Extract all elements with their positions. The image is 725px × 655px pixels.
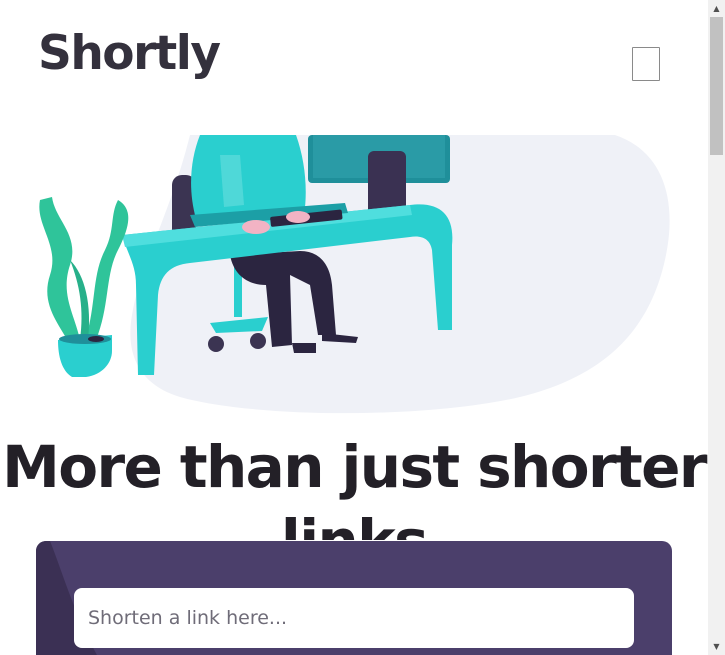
scroll-down-arrow-icon[interactable]: ▼ <box>708 638 725 655</box>
shorten-link-input[interactable] <box>74 588 634 648</box>
hero-headline: More than just shorter links <box>2 433 707 540</box>
logo[interactable]: Shortly <box>38 30 221 77</box>
scrollbar-thumb[interactable] <box>710 17 723 155</box>
hero-illustration <box>0 135 708 420</box>
hamburger-menu-icon[interactable] <box>632 47 660 81</box>
scroll-up-arrow-icon[interactable]: ▲ <box>708 0 725 17</box>
hero-headline-container: More than just shorter links <box>0 430 708 540</box>
page: Shortly More than just shorter Shorten a… <box>0 0 708 655</box>
page-scrollbar[interactable]: ▲ ▼ <box>708 0 725 655</box>
shorten-panel <box>36 541 672 655</box>
